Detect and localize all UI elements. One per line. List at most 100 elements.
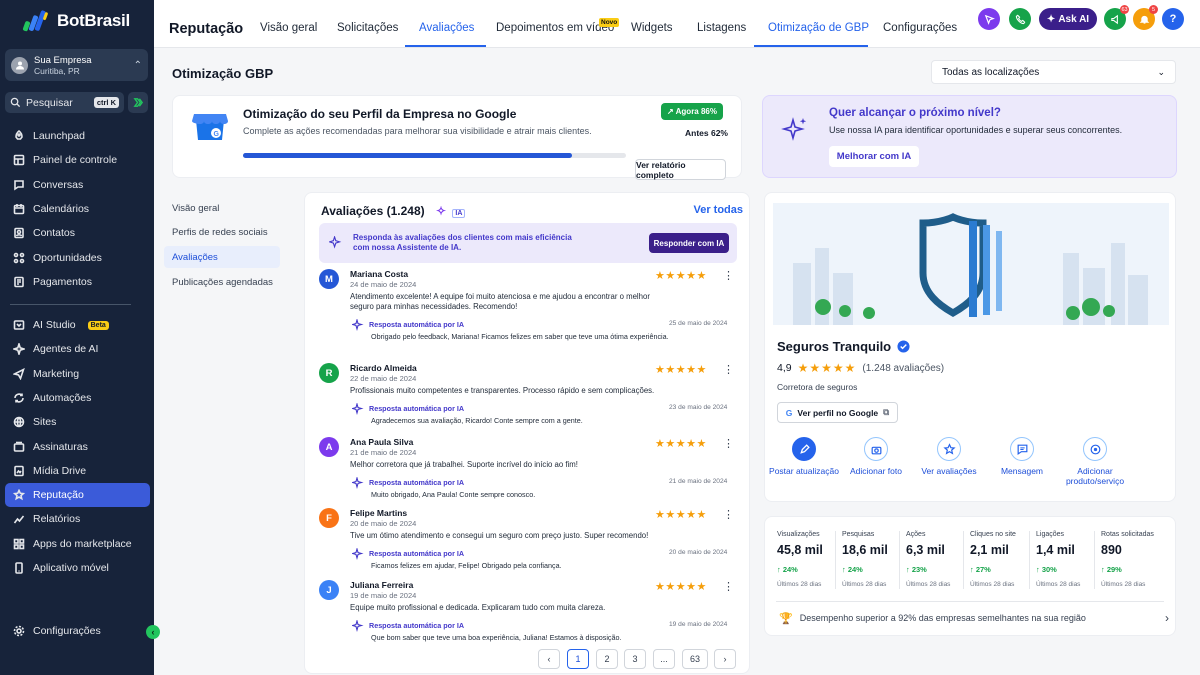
subnav-publicacoes-agendadas[interactable]: Publicações agendadas — [164, 271, 280, 293]
business-category: Corretora de seguros — [777, 382, 858, 392]
rating-row: 4,9 ★★★★★ (1.248 avaliações) — [777, 361, 944, 375]
sidebar-item-relatorios[interactable]: Relatórios — [5, 507, 150, 531]
profile-action-camera[interactable]: Adicionar foto — [841, 437, 911, 476]
sidebar-item-reputacao[interactable]: Reputação — [5, 483, 150, 508]
profile-action-product[interactable]: Adicionar produto/serviço — [1060, 437, 1130, 486]
page-3-button[interactable]: 3 — [624, 649, 646, 669]
tab-depoimentos-video[interactable]: Depoimentos em vídeo — [496, 22, 614, 34]
review-stars: ★★★★★ — [655, 364, 707, 376]
stat-change: ↑ 27% — [970, 565, 1035, 574]
stat-change-value: 29% — [1106, 565, 1122, 574]
performance-summary[interactable]: 🏆 Desempenho superior a 92% das empresas… — [779, 610, 1169, 626]
notifications-count: 5 — [1149, 5, 1158, 14]
tab-otimizacao-underline — [754, 45, 868, 47]
more-options-icon[interactable]: ⋮ — [723, 437, 734, 450]
sidebar-item-calendarios[interactable]: Calendários — [5, 197, 150, 221]
subnav-visao-geral[interactable]: Visão geral — [164, 197, 280, 219]
sidebar-item-sites[interactable]: Sites — [5, 410, 150, 434]
sidebar-item-conversas[interactable]: Conversas — [5, 173, 150, 197]
progress-subtitle: Complete as ações recomendadas para melh… — [243, 126, 592, 136]
ai-reply-icon — [352, 620, 364, 632]
sidebar-item-configuracoes[interactable]: Configurações — [5, 619, 150, 643]
profile-action-circle — [1083, 437, 1107, 461]
view-report-button[interactable]: Ver relatório completo — [635, 159, 726, 180]
tab-solicitacoes[interactable]: Solicitações — [337, 22, 398, 34]
sidebar-item-automacoes[interactable]: Automações — [5, 386, 150, 410]
quick-action-button[interactable] — [128, 92, 148, 113]
more-options-icon[interactable]: ⋮ — [723, 580, 734, 593]
announcements-button[interactable]: 63 — [1104, 5, 1129, 30]
prev-page-button[interactable]: ‹ — [538, 649, 560, 669]
location-select[interactable]: Todas as localizações ⌄ — [931, 60, 1176, 84]
tab-otimizacao-gbp[interactable]: Otimização de GBP — [768, 22, 869, 34]
stat-period: Últimos 28 dias — [970, 581, 1015, 588]
profile-action-post[interactable]: Postar atualização — [769, 437, 839, 476]
improve-with-ai-button[interactable]: Melhorar com IA — [829, 146, 919, 167]
sidebar: BotBrasil Sua Empresa Curitiba, PR ⌃ Pes… — [0, 0, 160, 675]
sidebar-item-launchpad[interactable]: Launchpad — [5, 124, 150, 148]
stat-separator — [1094, 531, 1095, 589]
rating-value: 4,9 — [777, 362, 792, 374]
sidebar-item-ai-studio[interactable]: AI Studio Beta — [5, 313, 150, 337]
more-options-icon[interactable]: ⋮ — [723, 508, 734, 521]
stat-value: 45,8 mil — [777, 543, 823, 557]
camera-icon — [871, 446, 881, 454]
send-icon — [13, 367, 25, 380]
stat-change: ↑ 23% — [906, 565, 971, 574]
sidebar-item-agentes-de-ai[interactable]: Agentes de AI — [5, 337, 150, 361]
reply-date: 23 de maio de 2024 — [669, 404, 728, 411]
brand-logo[interactable]: BotBrasil — [22, 9, 130, 33]
sidebar-item-midia-drive[interactable]: Mídia Drive — [5, 459, 150, 483]
page-63-button[interactable]: 63 — [682, 649, 708, 669]
tab-avaliacoes[interactable]: Avaliações — [419, 22, 474, 34]
reply-text: Muito obrigado, Ana Paula! Conte sempre … — [371, 490, 536, 499]
view-google-profile-button[interactable]: G Ver perfil no Google ⧉ — [777, 402, 898, 423]
ai-reply-tip-text: Responda às avaliações dos clientes com … — [353, 233, 572, 252]
stat-4: Cliques no site 2,1 mil ↑ 27% Últimos 28 di… — [970, 531, 1035, 588]
stat-separator — [1029, 531, 1030, 589]
sidebar-search[interactable]: Pesquisar ctrl K — [5, 92, 124, 113]
sidebar-item-marketing[interactable]: Marketing — [5, 362, 150, 386]
reply-date: 25 de maio de 2024 — [669, 320, 728, 327]
sidebar-item-oportunidades[interactable]: Oportunidades — [5, 246, 150, 270]
chevron-down-icon: ⌄ — [1157, 66, 1165, 77]
sidebar-item-contatos[interactable]: Contatos — [5, 221, 150, 245]
sidebar-item-painel-de-controle[interactable]: Painel de controle — [5, 148, 150, 172]
help-button[interactable]: ? — [1162, 8, 1184, 30]
subnav-avaliacoes[interactable]: Avaliações — [164, 246, 280, 268]
ask-ai-button[interactable]: ✦ Ask AI — [1039, 8, 1097, 30]
sidebar-item-pagamentos[interactable]: Pagamentos — [5, 270, 150, 294]
page-2-button[interactable]: 2 — [596, 649, 618, 669]
sidebar-item-aplicativo-movel[interactable]: Aplicativo móvel — [5, 556, 150, 580]
review-date: 21 de maio de 2024 — [350, 448, 417, 457]
stat-2: Pesquisas 18,6 mil ↑ 24% Últimos 28 dias — [842, 531, 907, 588]
see-all-link[interactable]: Ver todas — [693, 204, 743, 216]
profile-action-message[interactable]: Mensagem — [987, 437, 1057, 476]
page-1-button[interactable]: 1 — [567, 649, 589, 669]
sidebar-item-label: Relatórios — [33, 513, 81, 526]
calendar-icon — [13, 203, 25, 215]
profile-action-star-outline[interactable]: Ver avaliações — [914, 437, 984, 476]
reply-with-ai-button[interactable]: Responder com IA — [649, 233, 729, 253]
stat-period: Últimos 28 dias — [906, 581, 951, 588]
notifications-button[interactable]: 5 — [1133, 5, 1158, 30]
review-stars: ★★★★★ — [655, 438, 707, 450]
more-options-icon[interactable]: ⋮ — [723, 363, 734, 376]
phone-button[interactable] — [1009, 8, 1031, 30]
tab-listagens[interactable]: Listagens — [697, 22, 746, 34]
collapse-sidebar-button[interactable]: ‹ — [146, 625, 160, 639]
gbp-progress-card: G Otimização do seu Perfil da Empresa no… — [172, 95, 742, 180]
company-switcher[interactable]: Sua Empresa Curitiba, PR ⌃ — [5, 49, 148, 81]
tab-widgets[interactable]: Widgets — [631, 22, 673, 34]
sidebar-item-apps-do-marketplace[interactable]: Apps do marketplace — [5, 532, 150, 556]
company-city: Curitiba, PR — [34, 65, 80, 76]
tab-configuracoes[interactable]: Configurações — [883, 22, 957, 34]
next-page-button[interactable]: › — [714, 649, 736, 669]
ai-assist-button[interactable] — [978, 8, 1000, 30]
sidebar-item-assinaturas[interactable]: Assinaturas — [5, 435, 150, 459]
more-options-icon[interactable]: ⋮ — [723, 269, 734, 282]
ai-reply-tip: Responda às avaliações dos clientes com … — [319, 223, 737, 263]
subnav-perfis-redes-sociais[interactable]: Perfis de redes sociais — [164, 221, 280, 243]
tab-visao-geral[interactable]: Visão geral — [260, 22, 317, 34]
ai-reply-label: Resposta automática por IA — [369, 320, 465, 329]
